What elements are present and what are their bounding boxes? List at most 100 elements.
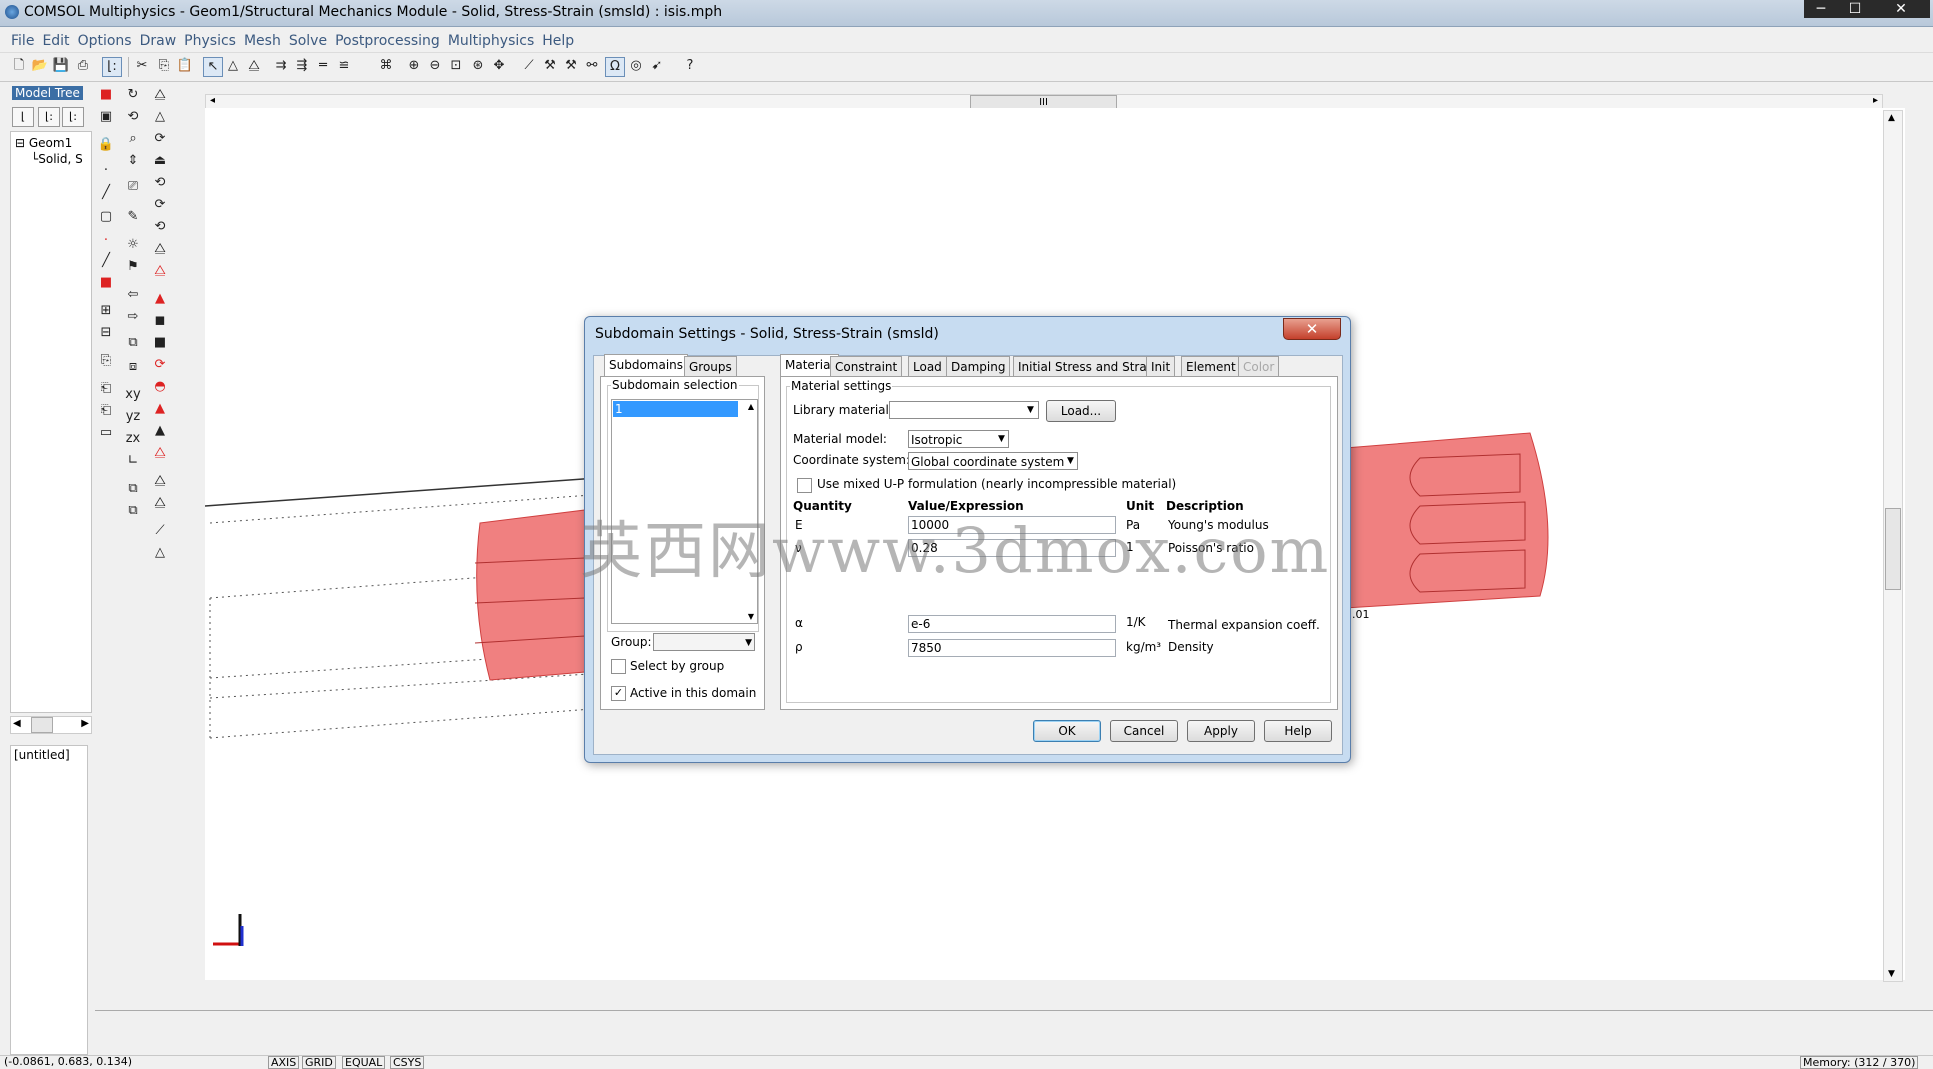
save-icon[interactable]: 💾 <box>52 57 70 75</box>
red-solid-tri-icon[interactable]: ▲ <box>151 290 169 308</box>
red-step-icon[interactable]: ⧋ <box>151 444 169 462</box>
zoom-out-icon[interactable]: ⊖ <box>426 57 444 75</box>
grid-toggle[interactable]: GRID <box>302 1056 336 1069</box>
menu-draw[interactable]: Draw <box>136 30 181 49</box>
plot-icon[interactable]: ◎ <box>627 57 645 75</box>
tri-mesh-icon[interactable]: ⧋ <box>151 494 169 512</box>
tri-outline-icon[interactable]: ⧋ <box>151 472 169 490</box>
cancel-button[interactable]: Cancel <box>1110 720 1178 742</box>
tab-element[interactable]: Element <box>1181 356 1241 377</box>
tri-edge-icon[interactable]: ⟋ <box>151 522 169 540</box>
menu-solve[interactable]: Solve <box>285 30 331 49</box>
forward-arrow-icon[interactable]: ⇨ <box>124 308 142 326</box>
menu-physics[interactable]: Physics <box>180 30 240 49</box>
ruler-icon[interactable]: ▭ <box>97 424 115 442</box>
swirl-icon[interactable]: ⟳ <box>151 130 169 148</box>
scroll-thumb[interactable] <box>31 717 53 733</box>
model-tree-icon[interactable]: ⌊: <box>102 57 122 77</box>
tri-icon[interactable]: △ <box>151 108 169 126</box>
maximize-button[interactable]: ☐ <box>1838 0 1872 18</box>
mesh-init-icon[interactable]: ⌘ <box>377 57 395 75</box>
lock-icon[interactable]: 🔒 <box>97 136 115 154</box>
apply-button[interactable]: Apply <box>1187 720 1255 742</box>
select-none-icon[interactable]: ⊟ <box>97 324 115 342</box>
scroll-up-icon[interactable]: ▲ <box>1888 113 1895 123</box>
suppress-icon[interactable]: ⎘ <box>97 352 115 370</box>
red-dome-icon[interactable]: ◓ <box>151 378 169 396</box>
scroll-left-icon[interactable]: ◂ <box>210 95 215 106</box>
menu-edit[interactable]: Edit <box>38 30 73 49</box>
library-material-select[interactable] <box>889 401 1039 419</box>
material-model-select[interactable]: Isotropic <box>908 430 1009 448</box>
group-select[interactable]: ▼ <box>653 633 755 651</box>
dialog-close-button[interactable]: ✕ <box>1283 318 1341 340</box>
grey-block-icon[interactable]: ◼ <box>151 312 169 330</box>
edge-icon[interactable]: ╱ <box>97 252 115 270</box>
red-pyramid-icon[interactable]: ▲ <box>151 400 169 418</box>
triangle-icon[interactable]: △ <box>224 57 242 75</box>
menu-help[interactable]: Help <box>538 30 578 49</box>
boundary-icon[interactable]: ⇶ <box>293 57 311 75</box>
axes-icon[interactable]: ∟ <box>124 452 142 470</box>
new-file-icon[interactable]: 🗋 <box>10 57 28 75</box>
tab-init[interactable]: Init <box>1146 356 1176 377</box>
face-icon[interactable]: ■ <box>97 274 115 292</box>
point-icon[interactable]: · <box>97 162 115 180</box>
model-tree-label[interactable]: Model Tree <box>12 86 83 100</box>
select-arrow-icon[interactable]: ↖ <box>203 57 223 77</box>
rectangle-icon[interactable]: ▢ <box>97 208 115 226</box>
scroll-right-icon[interactable]: ▶ <box>81 718 89 729</box>
subdomain-list-item[interactable]: 1 <box>613 401 738 417</box>
menu-mesh[interactable]: Mesh <box>240 30 285 49</box>
subdomain-mode-icon[interactable]: ▣ <box>97 108 115 126</box>
orbit-icon[interactable]: ⟲ <box>124 108 142 126</box>
thermal-expansion-input[interactable]: e-6 <box>908 615 1116 633</box>
zoom-icon[interactable]: ⌕ <box>124 130 142 148</box>
tab-initial-stress-strain[interactable]: Initial Stress and Strain <box>1013 356 1163 377</box>
boundary-tri-icon[interactable]: ⧋ <box>151 86 169 104</box>
tree-node-solid[interactable]: └Solid, S <box>31 152 83 166</box>
equal-icon[interactable]: ═ <box>314 57 332 75</box>
copy-icon[interactable]: ⎘ <box>155 57 173 75</box>
show-icon[interactable]: ⎗ <box>97 402 115 420</box>
density-input[interactable]: 7850 <box>908 639 1116 657</box>
xy-plane-icon[interactable]: xy <box>124 386 142 404</box>
red-tri-icon[interactable]: ⧋ <box>151 262 169 280</box>
load-material-button[interactable]: Load... <box>1046 400 1116 422</box>
menu-multiphysics[interactable]: Multiphysics <box>444 30 538 49</box>
zoom-window-icon[interactable]: ⊡ <box>447 57 465 75</box>
zx-plane-icon[interactable]: zx <box>124 430 142 448</box>
coord-system-select[interactable]: Global coordinate system <box>908 452 1078 470</box>
open-folder-icon[interactable]: 📂 <box>31 57 49 75</box>
tab-constraint[interactable]: Constraint <box>830 356 903 377</box>
grey-pyramid-icon[interactable]: ▲ <box>151 422 169 440</box>
copy-view-icon[interactable]: ⧉ <box>124 480 142 498</box>
tree-node-geom1[interactable]: ⊟ Geom1 <box>15 136 72 150</box>
canvas-vscroll-thumb[interactable] <box>1885 508 1901 590</box>
paste-view-icon[interactable]: ⧉ <box>124 502 142 520</box>
zoom-selected-icon[interactable]: ⊛ <box>469 57 487 75</box>
solve-param-icon[interactable]: ⚒ <box>562 57 580 75</box>
equal-lines-icon[interactable]: ≌ <box>335 57 353 75</box>
mixed-up-checkbox[interactable] <box>797 478 812 493</box>
back-arrow-icon[interactable]: ⇦ <box>124 286 142 304</box>
solve-adaptive-icon[interactable]: ⚯ <box>583 57 601 75</box>
ok-button[interactable]: OK <box>1033 720 1101 742</box>
move-icon[interactable]: ⇕ <box>124 152 142 170</box>
view-cube-icon[interactable]: ⧈ <box>124 358 142 376</box>
tree-view-button-1[interactable]: ⌊ <box>12 107 34 127</box>
hide-icon[interactable]: ⎗ <box>97 380 115 398</box>
tab-subdomains[interactable]: Subdomains <box>604 354 689 377</box>
tree-view-button-2[interactable]: ⌊: <box>38 107 60 127</box>
tree-view-button-3[interactable]: ⌊: <box>62 107 84 127</box>
axis-toggle[interactable]: AXIS <box>268 1056 300 1069</box>
embed-icon[interactable]: ⧋ <box>151 240 169 258</box>
menu-options[interactable]: Options <box>74 30 136 49</box>
select-all-icon[interactable]: ⊞ <box>97 302 115 320</box>
red-point-icon[interactable]: · <box>97 232 115 250</box>
equal-toggle[interactable]: EQUAL <box>342 1056 386 1069</box>
yz-plane-icon[interactable]: yz <box>124 408 142 426</box>
paste-icon[interactable]: 📋 <box>176 57 194 75</box>
revolve-icon[interactable]: ⟲ <box>151 174 169 192</box>
paint-icon[interactable]: ✎ <box>124 208 142 226</box>
